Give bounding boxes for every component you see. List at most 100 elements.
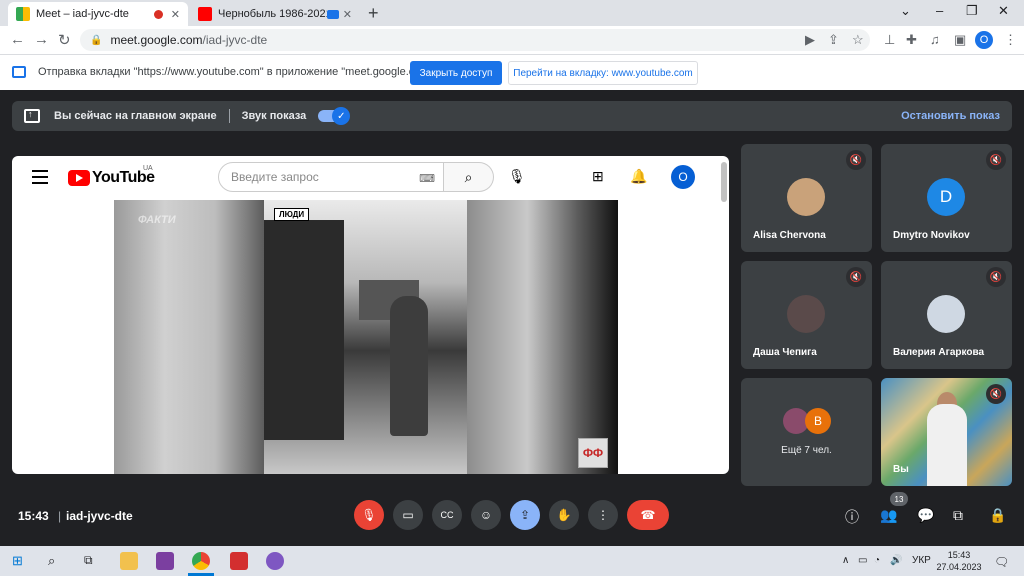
video-camera-icon: ▭ [402,508,414,522]
video-sign-text: ЛЮДИ [274,208,310,221]
youtube-account-avatar[interactable]: O [671,165,695,189]
person-shape [927,404,967,486]
present-button[interactable]: ⇪ [510,500,540,530]
bookmark-star-icon[interactable]: ☆ [852,32,864,48]
share-icon[interactable]: ⇪ [828,32,839,48]
more-participants-tile[interactable]: B Ещё 7 чел. [741,378,872,486]
file-explorer-icon[interactable] [120,552,138,570]
divider: | [58,509,62,523]
media-controls-icon[interactable]: ♫ [930,32,940,47]
youtube-search-input[interactable]: Введите запрос ⌨ [218,162,444,192]
participant-tile[interactable]: 🔇 Alisa Chervona [741,144,872,252]
camera-toggle-button[interactable]: ▭ [393,500,423,530]
chrome-icon[interactable] [192,552,210,570]
extensions-puzzle-icon[interactable]: ✚ [906,32,917,48]
mic-off-icon: 🔇 [986,384,1006,404]
emoji-icon: ☺ [479,508,493,522]
hamburger-menu-icon[interactable] [32,170,48,188]
switch-to-tab-button[interactable]: Перейти на вкладку: www.youtube.com [508,61,698,85]
windows-start-icon[interactable]: ⊞ [12,553,23,569]
youtube-favicon-icon [198,7,212,21]
more-options-button[interactable]: ⋮ [588,500,618,530]
reload-icon[interactable]: ↻ [58,31,71,49]
close-tab-icon[interactable]: ✕ [343,8,352,21]
task-view-icon[interactable]: ⧉ [84,553,93,568]
vivaldi-icon[interactable] [230,552,248,570]
volume-icon[interactable]: 🔊 [890,555,902,566]
reactions-button[interactable]: ☺ [471,500,501,530]
save-app-icon[interactable] [156,552,174,570]
clock-date: 27.04.2023 [936,562,982,572]
profile-avatar[interactable]: O [975,31,993,49]
host-controls-lock-icon[interactable]: 🔒 [989,507,1006,524]
channel-logo: ФФ [578,438,608,468]
tab-meet[interactable]: Meet – iad-jyvc-dte ✕ [8,2,188,26]
participant-avatar: B [805,408,831,434]
closed-captions-icon: CC [440,510,454,520]
search-icon[interactable]: ⌕ [48,553,55,569]
participant-name: Dmytro Novikov [893,230,970,241]
notifications-bell-icon[interactable]: 🔔 [630,168,647,185]
presenting-status: Вы сейчас на главном экране [54,110,217,122]
menu-kebab-icon[interactable]: ⋮ [1004,32,1017,48]
participant-name: Alisa Chervona [753,230,826,241]
tab-youtube[interactable]: Чернобыль 1986-2021. Неи ✕ [190,2,360,26]
back-arrow-icon[interactable]: ← [10,31,25,48]
meeting-time: 15:43 [18,509,49,523]
participant-tile[interactable]: 🔇 Даша Чепига [741,261,872,369]
leave-call-button[interactable]: ☎ [627,500,669,530]
address-bar[interactable]: 🔒 meet.google.com/iad-jyvc-dte [80,29,870,51]
video-watermark: ФАКТИ [138,214,176,226]
activities-icon[interactable]: ⧉ [953,507,963,524]
chat-icon[interactable]: 💬 [917,507,934,524]
stacked-avatars: B [783,408,833,436]
keyboard-icon[interactable]: ⌨ [419,172,435,185]
side-panel-icon[interactable]: ▣ [954,32,966,48]
maximize-button[interactable]: ❐ [966,3,978,19]
network-icon[interactable]: ◔ [874,555,880,566]
participant-name: Валерия Агаркова [893,347,985,358]
search-button[interactable]: ⌕ [444,162,494,192]
mic-toggle-button[interactable]: 🎙 [354,500,384,530]
video-player[interactable]: ФАКТИ ЛЮДИ ФФ [114,200,618,474]
forward-arrow-icon[interactable]: → [34,31,49,48]
self-tile[interactable]: 🔇 Вы [881,378,1012,486]
meeting-info-icon[interactable]: ⓘ [845,507,859,527]
participant-tile[interactable]: 🔇 D Dmytro Novikov [881,144,1012,252]
participant-avatar [787,178,825,216]
checkmark-icon: ✓ [332,107,351,125]
captions-button[interactable]: CC [432,500,462,530]
notification-center-icon[interactable]: 🗨 [994,555,1009,569]
new-tab-button[interactable]: + [368,3,379,24]
people-icon[interactable]: 👥 [880,507,897,524]
create-video-icon[interactable]: ⊞ [592,168,604,185]
presenting-bar: Вы сейчас на главном экране Звук показа … [12,101,1012,131]
youtube-logo[interactable]: YouTube [68,169,155,187]
show-hidden-icons-icon[interactable]: ∧ [842,555,849,566]
camera-permission-icon[interactable]: ▶ [805,32,815,48]
stop-presenting-button[interactable]: Остановить показ [901,110,1000,122]
url-host: meet.google.com [110,33,203,47]
system-clock[interactable]: 15:43 27.04.2023 [934,549,984,573]
tab-search-icon[interactable]: ⌄ [900,3,911,19]
lock-icon: 🔒 [90,34,103,46]
stop-sharing-button[interactable]: Закрыть доступ [410,61,502,85]
raise-hand-button[interactable]: ✋ [549,500,579,530]
recording-indicator-icon [153,9,163,19]
pin-extension-icon[interactable]: ⊥ [884,32,895,48]
divider [228,109,230,123]
participant-avatar [927,295,965,333]
language-indicator[interactable]: УКР [912,555,931,566]
participant-tile[interactable]: 🔇 Валерия Агаркова [881,261,1012,369]
url-path: /iad-jyvc-dte [202,33,268,47]
voice-search-mic-icon[interactable]: 🎙 [508,168,526,185]
mic-off-icon: 🔇 [846,267,866,287]
viber-icon[interactable] [266,552,284,570]
minimize-button[interactable]: – [936,3,943,18]
sound-toggle[interactable]: ✓ [318,107,351,125]
close-window-button[interactable]: ✕ [998,3,1009,19]
scrollbar[interactable] [721,162,727,202]
infobar-text: Отправка вкладки "https://www.youtube.co… [38,66,443,78]
battery-icon[interactable]: ▭ [858,555,867,566]
close-tab-icon[interactable]: ✕ [171,8,180,21]
